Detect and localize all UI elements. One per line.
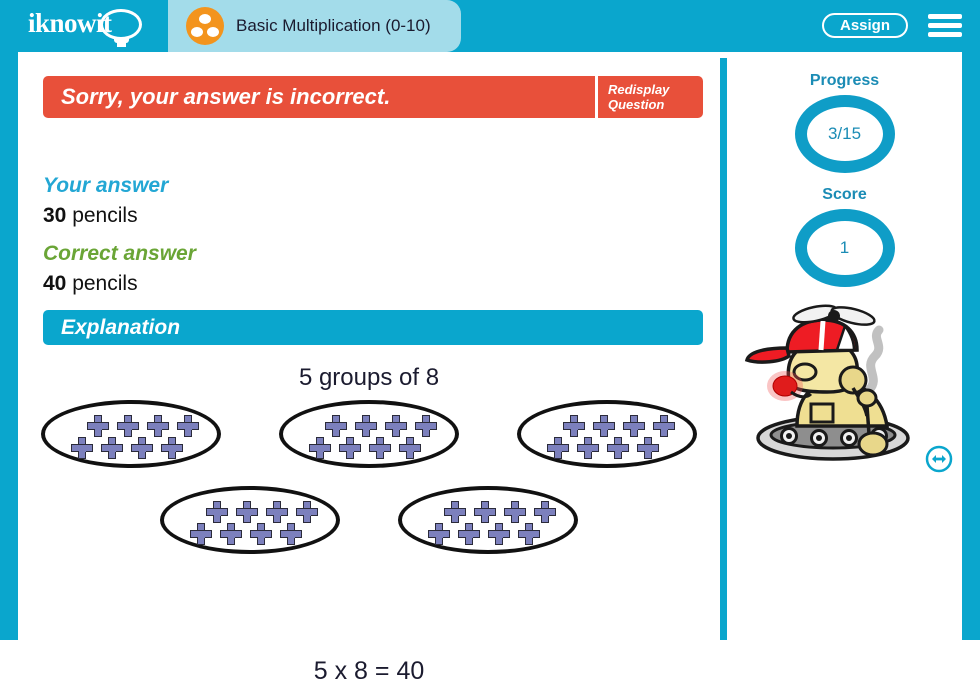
plus-sign-icon — [296, 501, 318, 523]
plus-sign-icon — [399, 437, 421, 459]
groups-caption: 5 groups of 8 — [298, 364, 440, 391]
plus-sign-icon — [339, 437, 361, 459]
progress-value: 3/15 — [827, 124, 862, 143]
column-divider — [720, 58, 727, 640]
plus-sign-icon — [653, 415, 675, 437]
robot-mascot-icon — [741, 294, 946, 474]
your-answer-number: 30 — [43, 204, 67, 227]
group-oval — [41, 400, 221, 468]
plus-sign-icon — [101, 437, 123, 459]
plus-sign-icon — [534, 501, 556, 523]
left-right-arrow-icon[interactable] — [925, 445, 953, 473]
plus-sign-icon — [131, 437, 153, 459]
plus-sign-icon — [577, 437, 599, 459]
correct-answer-value-wrap: 40 pencils — [43, 272, 138, 296]
plus-sign-icon — [444, 501, 466, 523]
groups-row-bottom — [18, 486, 720, 554]
page-title: Basic Multiplication (0-10) — [236, 16, 431, 35]
your-answer-unit: pencils — [72, 204, 138, 227]
correct-answer-value: 40 pencils — [43, 272, 138, 296]
lightbulb-stem-icon — [117, 43, 126, 47]
plus-sign-icon — [593, 415, 615, 437]
plus-sign-icon — [385, 415, 407, 437]
feedback-row: Sorry, your answer is incorrect. Redispl… — [43, 76, 703, 118]
plus-sign-icon — [280, 523, 302, 545]
three-dots-circle-icon — [186, 7, 224, 45]
progress-label: Progress — [809, 72, 880, 89]
equation-text: 5 x 8 = 40 — [313, 657, 425, 685]
correct-answer-label-wrap: Correct answer — [43, 242, 196, 266]
hamburger-menu-icon[interactable] — [928, 14, 962, 38]
lightbulb-icon — [100, 9, 142, 40]
logo-text: iknowit — [28, 8, 112, 38]
lesson-title-pill: Basic Multiplication (0-10) — [168, 0, 461, 52]
correct-answer-number: 40 — [43, 272, 67, 295]
plus-sign-icon — [488, 523, 510, 545]
plus-sign-icon — [220, 523, 242, 545]
group-oval — [160, 486, 340, 554]
your-answer-value-wrap: 30 pencils — [43, 204, 138, 228]
feedback-message: Sorry, your answer is incorrect. — [61, 84, 391, 109]
group-oval — [279, 400, 459, 468]
explanation-header: Explanation — [43, 310, 703, 345]
feedback-banner: Sorry, your answer is incorrect. — [43, 76, 595, 118]
groups-diagram — [18, 400, 720, 650]
your-answer-label: Your answer — [43, 174, 169, 197]
plus-sign-icon — [637, 437, 659, 459]
redisplay-question-button[interactable]: Redisplay Question — [598, 76, 703, 118]
correct-answer-label: Correct answer — [43, 242, 196, 265]
app-window: iknowit Basic Multiplication (0-10) Assi… — [0, 0, 980, 685]
plus-sign-icon — [607, 437, 629, 459]
plus-sign-icon — [369, 437, 391, 459]
plus-sign-icon — [547, 437, 569, 459]
plus-sign-icon — [266, 501, 288, 523]
score-widget: Score 1 — [727, 186, 962, 287]
plus-sign-icon — [177, 415, 199, 437]
plus-sign-icon — [161, 437, 183, 459]
your-answer-value: 30 pencils — [43, 204, 138, 228]
group-oval — [398, 486, 578, 554]
plus-sign-icon — [428, 523, 450, 545]
plus-sign-icon — [71, 437, 93, 459]
plus-sign-icon — [309, 437, 331, 459]
plus-sign-icon — [147, 415, 169, 437]
plus-sign-icon — [250, 523, 272, 545]
assign-button[interactable]: Assign — [821, 13, 908, 38]
plus-sign-icon — [458, 523, 480, 545]
groups-row-top — [18, 400, 720, 468]
iknowit-logo[interactable]: iknowit — [28, 6, 168, 47]
plus-sign-icon — [206, 501, 228, 523]
plus-sign-icon — [623, 415, 645, 437]
plus-sign-icon — [190, 523, 212, 545]
explanation-heading: Explanation — [61, 315, 181, 339]
plus-sign-icon — [236, 501, 258, 523]
score-ring: 1 — [794, 209, 895, 287]
plus-sign-icon — [415, 415, 437, 437]
redisplay-label-line1: Redisplay — [608, 82, 670, 97]
plus-sign-icon — [563, 415, 585, 437]
plus-sign-icon — [87, 415, 109, 437]
your-answer-label-wrap: Your answer — [43, 174, 168, 198]
score-value: 1 — [839, 238, 850, 257]
plus-sign-icon — [325, 415, 347, 437]
content-frame: Sorry, your answer is incorrect. Redispl… — [18, 52, 962, 685]
plus-sign-icon — [504, 501, 526, 523]
plus-sign-icon — [355, 415, 377, 437]
plus-sign-icon — [474, 501, 496, 523]
question-panel: Sorry, your answer is incorrect. Redispl… — [18, 52, 720, 685]
plus-sign-icon — [518, 523, 540, 545]
correct-answer-unit: pencils — [72, 272, 138, 295]
plus-sign-icon — [117, 415, 139, 437]
redisplay-label-line2: Question — [608, 97, 665, 112]
group-oval — [517, 400, 697, 468]
app-header: iknowit Basic Multiplication (0-10) Assi… — [0, 0, 980, 52]
progress-ring: 3/15 — [794, 95, 895, 173]
score-label: Score — [822, 186, 867, 203]
status-sidebar: Progress 3/15 Score 1 — [727, 52, 962, 640]
progress-widget: Progress 3/15 — [727, 72, 962, 173]
